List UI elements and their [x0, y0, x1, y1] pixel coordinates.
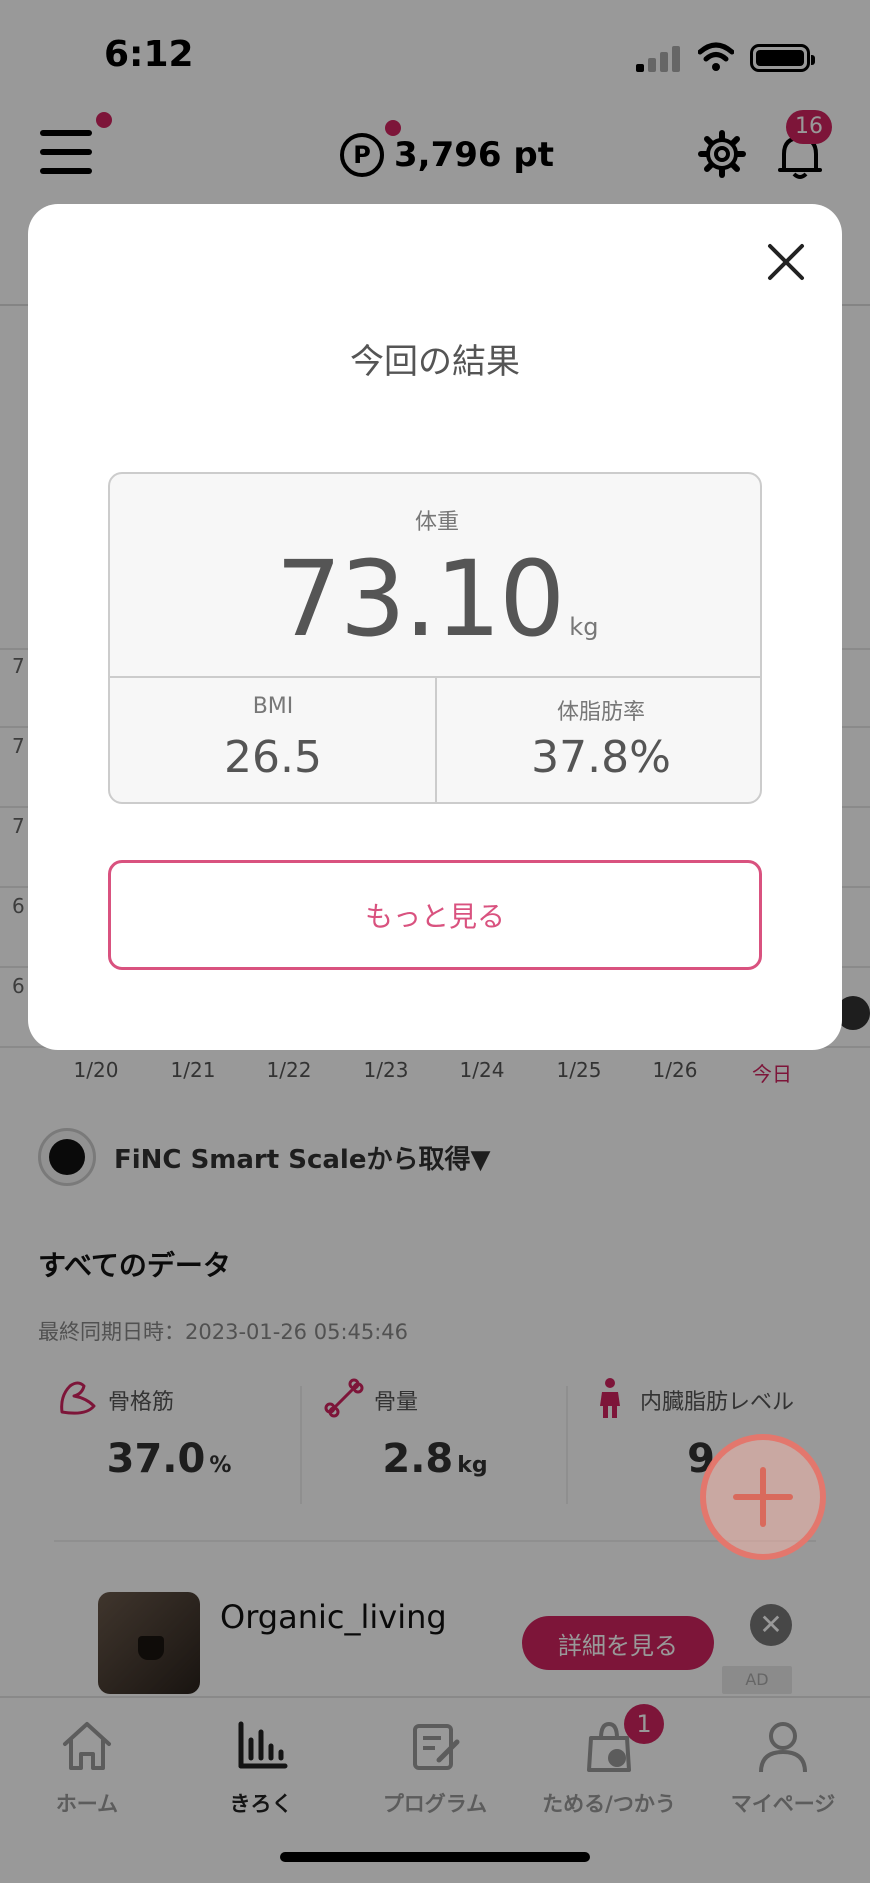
result-summary: 体重 73.10 kg BMI 26.5 体脂肪率 37.8%	[108, 472, 762, 804]
weight-display: 73.10 kg	[110, 538, 760, 660]
add-record-button[interactable]	[700, 1434, 826, 1560]
modal-title: 今回の結果	[350, 342, 520, 382]
weight-label: 体重	[414, 510, 459, 535]
weight-value: 73.10	[275, 538, 566, 660]
result-modal: 今回の結果 体重 73.10 kg BMI 26.5 体脂肪率 37.8% もっと…	[28, 204, 842, 1050]
bmi-value: 26.5	[224, 732, 322, 783]
see-more-button[interactable]: もっと見る	[108, 860, 762, 970]
body-fat-value: 37.8%	[531, 732, 671, 783]
bmi-label: BMI	[252, 694, 294, 719]
close-icon[interactable]	[756, 232, 816, 292]
body-fat-label: 体脂肪率	[556, 700, 645, 725]
weight-unit: kg	[569, 613, 599, 641]
